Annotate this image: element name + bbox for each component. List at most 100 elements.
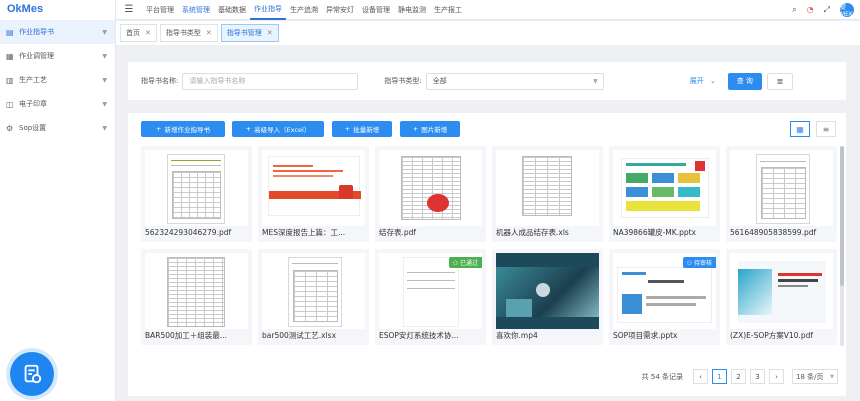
sidebar-item-label: 电子印章	[19, 100, 47, 108]
file-thumbnail	[613, 150, 716, 226]
sidebar-item-label: 生产工艺	[19, 76, 47, 84]
topnav-basic-data[interactable]: 基础数据	[214, 0, 250, 20]
file-thumbnail	[262, 253, 365, 329]
chevron-down-icon: ▼	[102, 76, 107, 84]
approved-badge-label: 已通过	[459, 260, 478, 267]
app-logo: OkMes	[7, 3, 44, 15]
file-name: 结存表.pdf	[379, 228, 417, 237]
batch-add-button[interactable]: + 批量新增	[332, 121, 392, 137]
file-name: 562324293046279.pdf	[145, 228, 232, 237]
plus-icon: +	[156, 125, 162, 133]
page-button[interactable]: 3	[750, 369, 765, 384]
excel-import-label: 高级导入（Excel）	[254, 126, 311, 134]
pending-badge: ⚇ 待审核	[682, 257, 716, 268]
close-icon[interactable]: ✕	[145, 29, 151, 37]
file-card[interactable]: (ZX)E-SOP方案V10.pdf	[726, 249, 837, 345]
bell-icon[interactable]: ◔	[807, 5, 814, 14]
file-name: BAR500加工＋组装最...	[145, 331, 227, 340]
sidebar-item-sop-settings[interactable]: ⚙ Sop设置 ▼	[0, 116, 115, 140]
list-icon: ≣	[776, 76, 784, 86]
plus-icon: +	[344, 125, 351, 133]
file-card[interactable]: 562324293046279.pdf	[141, 146, 252, 242]
page-button[interactable]: 2	[731, 369, 746, 384]
file-card[interactable]: ⚇ 已通过 ESOP安灯系统技术协...	[375, 249, 486, 345]
tab-guide-type[interactable]: 指导书类型 ✕	[159, 24, 218, 42]
new-guide-label: 新增作业指导书	[164, 126, 210, 134]
new-guide-button[interactable]: + 新增作业指导书	[141, 121, 225, 137]
fullscreen-icon[interactable]: ⤢	[824, 5, 830, 15]
settings-icon: ⚙	[6, 123, 14, 133]
file-card[interactable]: NA39866罐皮-MK.pptx	[609, 146, 720, 242]
avatar[interactable]: 提MEK	[840, 2, 854, 18]
grid-icon: ▦	[6, 51, 14, 61]
file-card[interactable]: 喜欢你.mp4	[492, 249, 603, 345]
page-size-select[interactable]: 18 条/页 ▼	[792, 369, 838, 384]
approved-badge: ⚇ 已通过	[448, 257, 482, 268]
sidebar: OkMes ▤ 作业指导书 ▼ ▦ 作业调管理 ▼ ▥ 生产工艺 ▼ ◫ 电子印…	[0, 0, 116, 401]
query-button[interactable]: 查 询	[727, 72, 762, 90]
file-thumbnail	[730, 253, 833, 329]
topnav-platform[interactable]: 平台管理	[142, 0, 178, 20]
file-name: 机器人成品结存表.xls	[496, 228, 569, 237]
image-add-button[interactable]: + 图片新增	[400, 121, 460, 137]
topnav-esd[interactable]: 静电监测	[394, 0, 430, 20]
batch-add-label: 批量新增	[353, 126, 380, 134]
filter-panel: 指导书名称: 请输入指导书名称 指导书类型: 全部 ▼ 展开 ⌄ 查 询 ≣	[128, 62, 846, 100]
chevron-down-icon: ▼	[102, 100, 107, 108]
file-name: ESOP安灯系统技术协...	[379, 331, 459, 340]
prev-page-button[interactable]: ‹	[693, 369, 708, 384]
file-card[interactable]: ⚇ 待审核 SOP项目需求.pptx	[609, 249, 720, 345]
sidebar-item-production-process[interactable]: ▥ 生产工艺 ▼	[0, 68, 115, 92]
chevron-down-icon: ⌄	[709, 77, 716, 85]
sidebar-item-label: 作业指导书	[19, 28, 54, 36]
file-card[interactable]: 结存表.pdf	[375, 146, 486, 242]
scrollbar[interactable]	[840, 146, 844, 346]
close-icon[interactable]: ✕	[267, 29, 273, 37]
tab-label: 指导书管理	[226, 29, 262, 37]
scrollbar-thumb[interactable]	[840, 146, 844, 286]
file-card[interactable]: BAR500加工＋组装最...	[141, 249, 252, 345]
name-filter-input[interactable]: 请输入指导书名称	[182, 72, 359, 90]
list-view-toggle[interactable]: ≡	[816, 121, 836, 137]
file-card[interactable]: 机器人成品结存表.xls	[492, 146, 603, 242]
tab-home[interactable]: 首页 ✕	[120, 24, 157, 42]
list-view-button[interactable]: ≣	[766, 72, 793, 90]
expand-link[interactable]: 展开 ⌄	[690, 76, 716, 86]
file-card[interactable]: bar500测试工艺.xlsx	[258, 249, 369, 345]
document-fab-button[interactable]	[10, 352, 54, 396]
grid-view-toggle[interactable]: ▦	[790, 121, 810, 137]
menu-toggle-icon[interactable]: ☰	[116, 4, 142, 15]
file-thumbnail	[730, 150, 833, 226]
list-view-icon: ≡	[822, 124, 830, 134]
sidebar-item-instruction-book[interactable]: ▤ 作业指导书 ▼	[0, 20, 115, 44]
search-icon[interactable]: ⌕	[792, 5, 796, 15]
user-icon: ⚇	[686, 260, 693, 267]
pending-badge-label: 待审核	[693, 260, 712, 267]
grid-view-icon: ▦	[796, 124, 804, 134]
topnav-job-guide[interactable]: 作业指导	[250, 0, 286, 20]
topnav-equipment[interactable]: 设备管理	[358, 0, 394, 20]
sidebar-item-e-stamp[interactable]: ◫ 电子印章 ▼	[0, 92, 115, 116]
topnav-andon[interactable]: 异常安灯	[322, 0, 358, 20]
excel-import-button[interactable]: + 高级导入（Excel）	[232, 121, 324, 137]
file-thumbnail	[145, 253, 248, 329]
file-card[interactable]: 561648905838599.pdf	[726, 146, 837, 242]
file-name: NA39866罐皮-MK.pptx	[613, 228, 696, 237]
file-name: (ZX)E-SOP方案V10.pdf	[730, 331, 813, 340]
total-records: 共 54 条记录	[641, 372, 683, 381]
topnav-traceability[interactable]: 生产追溯	[286, 0, 322, 20]
topnav-system[interactable]: 系统管理	[178, 0, 214, 20]
tab-guide-management[interactable]: 指导书管理 ✕	[220, 24, 279, 42]
file-thumbnail	[379, 150, 482, 226]
close-icon[interactable]: ✕	[206, 29, 212, 37]
type-filter-label: 指导书类型:	[384, 77, 422, 85]
file-card[interactable]: MES深度报告上篇：工...	[258, 146, 369, 242]
stamp-icon: ◫	[6, 99, 14, 109]
topnav-reporting[interactable]: 生产报工	[430, 0, 466, 20]
sidebar-item-job-management[interactable]: ▦ 作业调管理 ▼	[0, 44, 115, 68]
plus-icon: +	[412, 125, 419, 133]
type-filter-select[interactable]: 全部 ▼	[425, 72, 604, 90]
next-page-button[interactable]: ›	[769, 369, 784, 384]
type-filter-value: 全部	[432, 77, 447, 85]
page-button[interactable]: 1	[712, 369, 727, 384]
